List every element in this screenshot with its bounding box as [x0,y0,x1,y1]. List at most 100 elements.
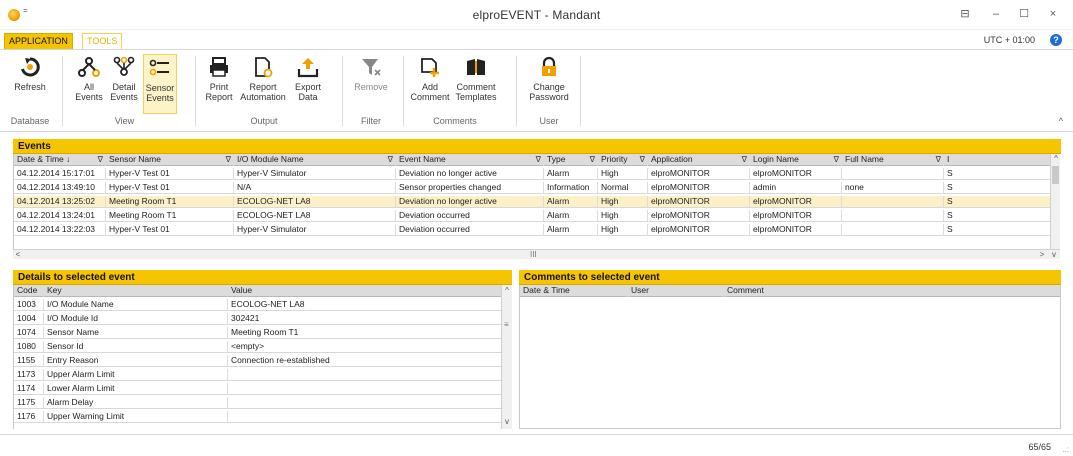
events-horizontal-scrollbar[interactable]: < III > v [13,249,1060,259]
comments-column-user[interactable]: User [628,285,724,297]
export-data-button[interactable]: Export Data [292,54,324,114]
events-vertical-scrollbar[interactable]: ^ [1050,154,1060,249]
table-row[interactable]: 04.12.2014 13:25:02 Meeting Room T1 ECOLOG… [14,196,1050,208]
column-filter-icon[interactable]: ∇ [590,154,595,165]
column-label: I [947,154,950,164]
scroll-grip[interactable]: III [530,250,537,259]
table-row[interactable]: 04.12.2014 13:24:01 Meeting Room T1 ECOLOG… [14,210,1050,222]
export-icon [297,58,319,78]
comments-column-date-time[interactable]: Date & Time [520,285,628,297]
cell-event-name: Deviation occurred [396,224,544,236]
collapse-ribbon-icon[interactable]: ^ [1059,116,1063,126]
scroll-right-icon[interactable]: > [1037,250,1047,260]
change-password-button[interactable]: Change Password [526,54,572,114]
events-column-io-module-name[interactable]: I/O Module Name ∇ [234,154,396,166]
details-column-value[interactable]: Value [228,285,501,297]
add-comment-button[interactable]: Add Comment [410,54,450,114]
cell-text: 04.12.2014 13:24:01 [17,210,95,220]
column-filter-icon[interactable]: ∇ [640,154,645,165]
cell-text: Hyper-V Test 01 [109,224,170,234]
column-filter-icon[interactable]: ∇ [388,154,393,165]
table-row[interactable]: 1004 I/O Module Id 302421 [14,313,501,325]
events-column-date-time[interactable]: Date & Time ↓ ∇ [14,154,106,166]
column-filter-icon[interactable]: ∇ [834,154,839,165]
print-report-label-2: Report [205,92,233,102]
comment-templates-button[interactable]: Comment Templates [453,54,499,114]
report-automation-button[interactable]: Report Automation [240,54,286,114]
table-row[interactable]: 1173 Upper Alarm Limit [14,369,501,381]
details-column-key[interactable]: Key [44,285,228,297]
column-filter-icon[interactable]: ∇ [226,154,231,165]
detail-events-button[interactable]: Detail Events [107,54,141,114]
table-row[interactable]: 1174 Lower Alarm Limit [14,383,501,395]
details-header-row: Code Key Value [14,285,501,297]
table-row[interactable]: 1074 Sensor Name Meeting Room T1 [14,327,501,339]
comments-column-comment[interactable]: Comment [724,285,1060,297]
help-icon[interactable]: ? [1050,34,1062,46]
change-password-label-1: Change [533,82,565,92]
scroll-grip[interactable]: ≡ [504,320,509,329]
events-column-event-name[interactable]: Event Name ∇ [396,154,544,166]
column-filter-icon[interactable]: ∇ [742,154,747,165]
events-column-priority[interactable]: Priority ∇ [598,154,648,166]
sensor-events-button[interactable]: Sensor Events [143,54,177,114]
table-row[interactable]: 1155 Entry Reason Connection re-establishe… [14,355,501,367]
cell-application: elproMONITOR [648,182,750,194]
cell-type: Alarm [544,224,598,236]
cell-text: elproMONITOR [753,224,812,234]
cell-value [228,369,501,381]
print-report-button[interactable]: Print Report [204,54,234,114]
scroll-down-icon[interactable]: v [502,417,512,427]
cell-text: High [601,224,619,234]
remove-filter-button[interactable]: Remove [352,54,390,114]
scroll-left-icon[interactable]: < [13,250,23,260]
column-filter-icon[interactable]: ∇ [936,154,941,165]
events-section-header: Events [13,139,1061,154]
table-row[interactable]: 04.12.2014 15:17:01 Hyper-V Test 01 Hyper-… [14,168,1050,180]
column-filter-icon[interactable]: ∇ [536,154,541,165]
scroll-up-icon[interactable]: ^ [1051,154,1061,164]
table-row[interactable]: 04.12.2014 13:22:03 Hyper-V Test 01 Hyper-… [14,224,1050,236]
events-column-extra[interactable]: I [944,154,1050,166]
cell-priority: Normal [598,182,648,194]
table-row[interactable]: 1080 Sensor Id <empty> [14,341,501,353]
cell-key: Sensor Id [44,341,228,353]
tab-tools[interactable]: TOOLS [82,33,123,49]
tab-application[interactable]: APPLICATION [4,33,73,49]
cell-text: Alarm [547,210,570,220]
table-row[interactable]: 1003 I/O Module Name ECOLOG-NET LA8 [14,299,501,311]
restore-layout-icon[interactable]: ⊟ [955,6,975,22]
export-data-label-1: Export [294,82,321,92]
maximize-button[interactable]: ☐ [1014,6,1034,22]
cell-text: elproMONITOR [651,182,710,192]
events-column-sensor-name[interactable]: Sensor Name ∇ [106,154,234,166]
table-row[interactable]: 1176 Upper Warning Limit [14,411,501,423]
details-column-code[interactable]: Code [14,285,44,297]
cell-value [228,411,501,423]
events-column-login-name[interactable]: Login Name ∇ [750,154,842,166]
window-title: elproEVENT - Mandant [472,8,601,22]
scroll-up-icon[interactable]: ^ [502,286,512,296]
close-button[interactable]: × [1043,6,1063,22]
refresh-button[interactable]: Refresh [10,54,50,114]
events-column-application[interactable]: Application ∇ [648,154,750,166]
cell-login-name: elproMONITOR [750,224,842,236]
details-vertical-scrollbar[interactable]: ^ ≡ v [501,285,512,429]
column-filter-icon[interactable]: ∇ [98,154,103,165]
cell-priority: High [598,196,648,208]
resize-grip[interactable]: ..: [1062,445,1069,454]
table-row[interactable]: 1175 Alarm Delay [14,397,501,409]
details-table: Code Key Value 1003 I/O Module Name ECOLOG-NE… [13,285,501,429]
minimize-button[interactable]: – [986,6,1006,22]
scroll-thumb[interactable] [1052,166,1059,184]
cell-event-name: Deviation no longer active [396,196,544,208]
scroll-down-icon[interactable]: v [1049,250,1059,260]
events-column-type[interactable]: Type ∇ [544,154,598,166]
cell-text: elproMONITOR [753,196,812,206]
table-row[interactable]: 04.12.2014 13:49:10 Hyper-V Test 01 N/A Sen… [14,182,1050,194]
all-events-button[interactable]: All Events [72,54,106,114]
events-column-full-name[interactable]: Full Name ∇ [842,154,944,166]
cell-sensor-name: Hyper-V Test 01 [106,168,234,180]
print-report-label-1: Print [209,82,229,92]
cell-text: 04.12.2014 13:22:03 [17,224,95,234]
